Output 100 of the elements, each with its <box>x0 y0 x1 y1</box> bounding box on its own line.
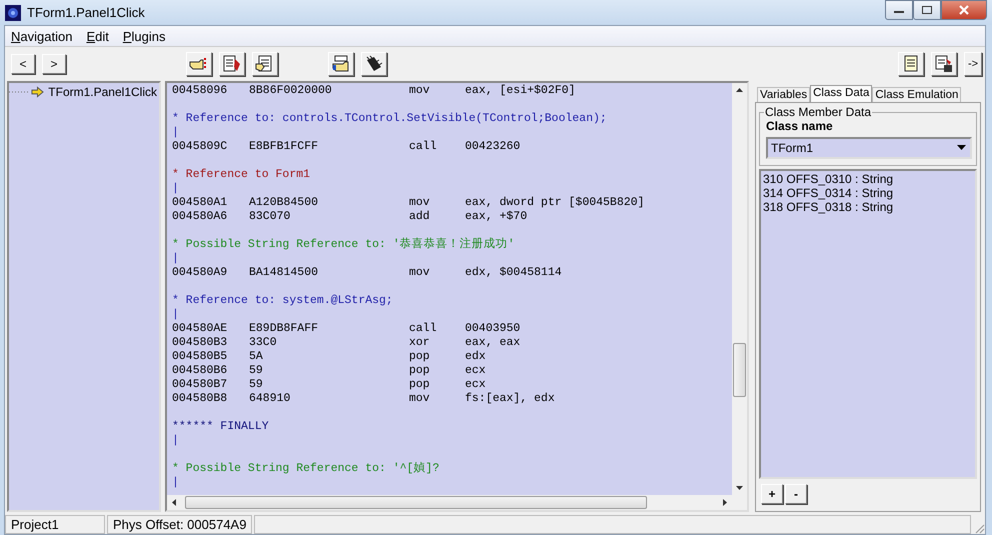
opcode-bytes-text: A120B84500 <box>249 196 320 210</box>
operand-text: ecx <box>465 378 486 392</box>
address-text: 004580B7 <box>172 378 228 392</box>
opcode-bytes-text: 83C070 <box>249 210 292 224</box>
address-text: 004580A9 <box>172 266 228 280</box>
tab[interactable]: Variables <box>757 87 810 102</box>
scroll-thumb[interactable] <box>733 343 746 397</box>
scroll-right-icon[interactable] <box>722 498 728 507</box>
address-text: 004580B3 <box>172 336 228 350</box>
separator-mark: | <box>172 308 179 322</box>
address-text: 004580A6 <box>172 210 228 224</box>
operand-text: edx, $00458114 <box>465 266 562 280</box>
toolbar-button[interactable] <box>186 52 212 76</box>
operand-text: eax, dword ptr [$0045B820] <box>465 196 644 210</box>
scroll-down-icon[interactable] <box>735 485 744 491</box>
tab[interactable]: Class Emulation <box>872 87 962 102</box>
list-button[interactable]: + <box>761 484 783 504</box>
status-panel: Project1 <box>5 515 105 534</box>
mnemonic-text: pop <box>409 364 431 378</box>
app-icon <box>5 4 21 20</box>
separator-mark: | <box>172 252 179 266</box>
address-text: 00458096 <box>172 84 228 98</box>
close-icon <box>958 5 970 15</box>
mnemonic-text: call <box>409 140 438 154</box>
mnemonic-text: pop <box>409 378 431 392</box>
mnemonic-text: add <box>409 210 431 224</box>
address-text: 004580B5 <box>172 350 228 364</box>
tab[interactable]: Class Data <box>810 85 872 102</box>
status-panel: Phys Offset: 000574A9 <box>107 515 252 534</box>
operand-text: 00403950 <box>465 322 520 336</box>
menu-item[interactable]: Navigation <box>11 28 72 44</box>
nav-button[interactable]: > <box>42 54 66 74</box>
mnemonic-text: call <box>409 322 438 336</box>
group-title: Class Member Data <box>764 105 872 119</box>
operand-text: fs:[eax], edx <box>465 392 555 406</box>
member-item[interactable]: 314 OFFS_0314 : String <box>763 186 973 200</box>
separator-mark: | <box>172 476 179 490</box>
scroll-thumb[interactable] <box>185 496 647 509</box>
mnemonic-text: xor <box>409 336 431 350</box>
reference-comment: ****** FINALLY <box>172 420 269 434</box>
opcode-bytes-text: 5A <box>249 350 264 364</box>
mnemonic-text: pop <box>409 350 431 364</box>
toolbar-button[interactable] <box>252 52 278 76</box>
window-title: TForm1.Panel1Click <box>27 5 145 20</box>
tree-item[interactable]: TForm1.Panel1Click <box>46 85 159 99</box>
address-text: 0045809C <box>172 140 228 154</box>
nav-button[interactable]: < <box>11 54 35 74</box>
scroll-up-icon[interactable] <box>735 87 744 93</box>
document-icon <box>222 55 242 73</box>
close-button[interactable] <box>941 0 987 20</box>
address-text: 004580B6 <box>172 364 228 378</box>
operand-text: eax, +$70 <box>465 210 528 224</box>
scroll-left-icon[interactable] <box>171 498 177 507</box>
opcode-bytes-text: 59 <box>249 364 264 378</box>
toolbar-button[interactable] <box>931 52 957 76</box>
separator-mark: | <box>172 126 179 140</box>
list-button[interactable]: - <box>785 484 807 504</box>
opcode-bytes-text: E89DB8FAFF <box>249 322 320 336</box>
address-text: 004580A1 <box>172 196 228 210</box>
resize-grip-icon[interactable] <box>973 522 985 534</box>
toolbar-button[interactable] <box>898 52 924 76</box>
reference-comment: * Possible String Reference to: '^[媜]? <box>172 462 440 476</box>
minimize-button[interactable] <box>885 0 913 20</box>
toolbar-button[interactable] <box>328 52 354 76</box>
address-text: 004580B8 <box>172 392 228 406</box>
toolbar-button[interactable] <box>361 52 387 76</box>
mnemonic-text: mov <box>409 84 431 98</box>
dropdown-arrow-icon <box>957 145 966 151</box>
mnemonic-text: mov <box>409 196 431 210</box>
toolbar-button[interactable] <box>219 52 245 76</box>
address-text: 004580AE <box>172 322 228 336</box>
save-document-icon <box>934 55 954 73</box>
member-item[interactable]: 318 OFFS_0318 : String <box>763 200 973 214</box>
operand-text: edx <box>465 350 486 364</box>
separator-mark: | <box>172 434 179 448</box>
operand-text: 00423260 <box>465 140 520 154</box>
class-name-dropdown[interactable]: TForm1 <box>766 137 972 159</box>
more-button[interactable]: -> <box>964 52 982 76</box>
opcode-bytes-text: E8BFB1FCFF <box>249 140 320 154</box>
opcode-bytes-text: 59 <box>249 378 264 392</box>
opcode-bytes-text: 648910 <box>249 392 292 406</box>
maximize-icon <box>921 5 933 15</box>
reference-comment: * Reference to: system.@LStrAsg; <box>172 294 393 308</box>
mnemonic-text: mov <box>409 392 431 406</box>
operand-text: ecx <box>465 364 486 378</box>
member-item[interactable]: 310 OFFS_0310 : String <box>763 172 973 186</box>
menu-item[interactable]: Plugins <box>122 28 166 44</box>
mnemonic-text: mov <box>409 266 431 280</box>
separator-mark: | <box>172 182 179 196</box>
reference-comment: * Reference to: controls.TControl.SetVisible(TControl;Boolean); <box>172 112 607 126</box>
arrow-icon <box>31 86 44 98</box>
operand-text: eax, [esi+$02F0] <box>465 84 576 98</box>
opcode-bytes-text: 8B86F0020000 <box>249 84 333 98</box>
operand-text: eax, eax <box>465 336 520 350</box>
field-label: Class name <box>766 119 834 133</box>
reference-comment: * Reference to Form1 <box>172 168 310 182</box>
reference-comment: * Possible String Reference to: '恭喜恭喜！注册成功' <box>172 238 515 252</box>
opcode-bytes-text: 33C0 <box>249 336 278 350</box>
menu-item[interactable]: Edit <box>86 28 109 44</box>
maximize-button[interactable] <box>913 0 941 20</box>
